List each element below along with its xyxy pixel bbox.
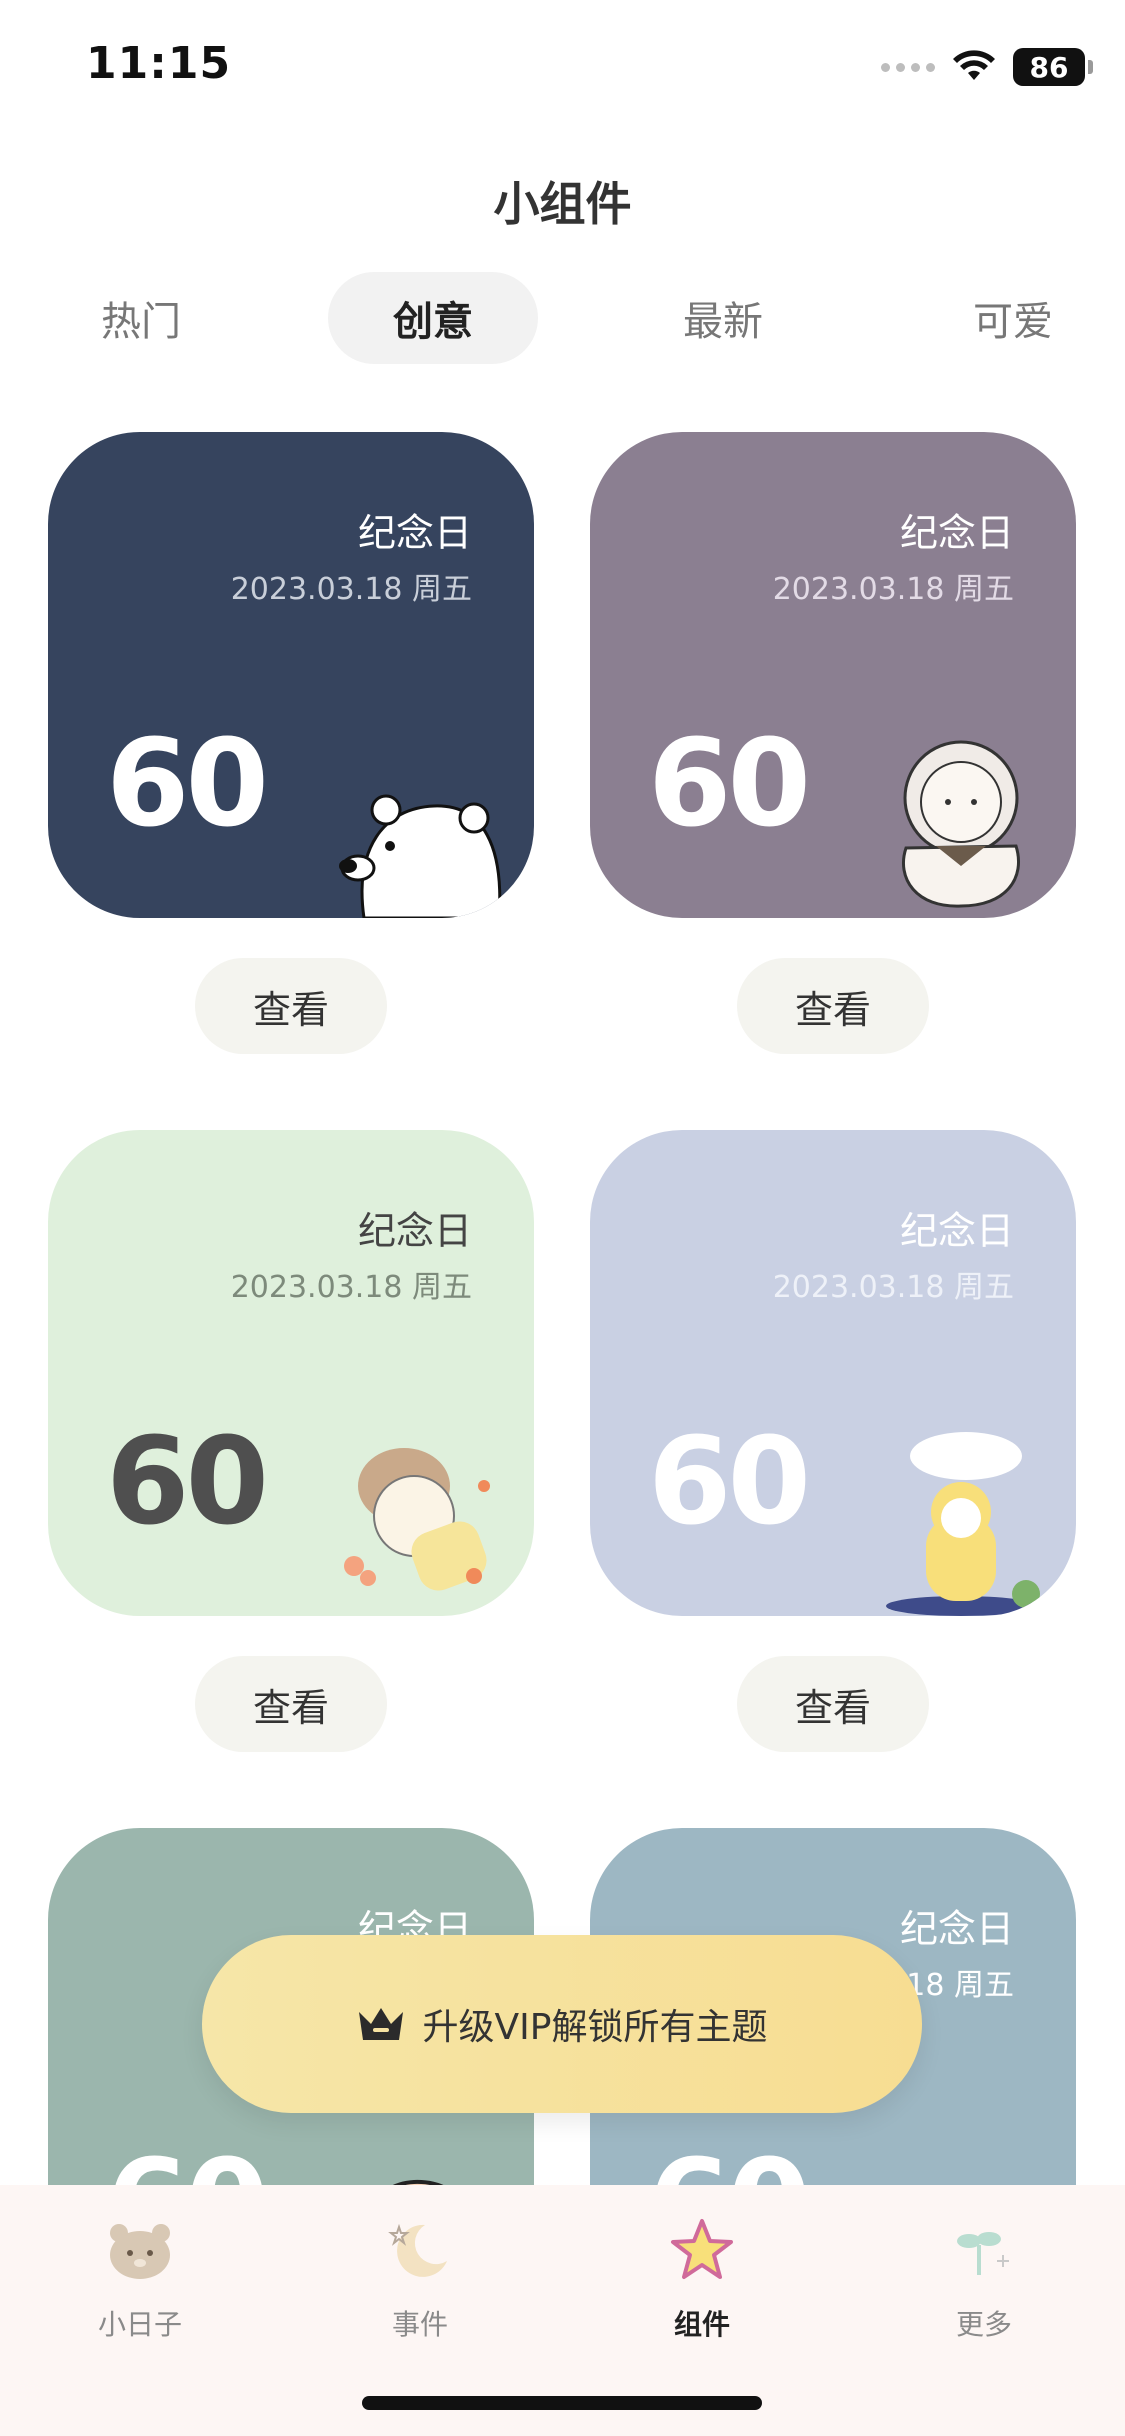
category-tabs: 热门 创意 最新 可爱: [0, 272, 1125, 364]
polar-bear-icon: [339, 794, 502, 918]
widget-card[interactable]: 纪念日 2023.03.18 周五 60: [590, 1130, 1076, 1616]
widget-title: 纪念日: [357, 511, 472, 555]
widget-title: 纪念日: [899, 511, 1014, 555]
crown-icon: [358, 2008, 403, 2040]
home-indicator: [362, 2396, 762, 2410]
widget-date: 2023.03.18 周五: [230, 1270, 472, 1305]
nav-label: 组件: [673, 2308, 730, 2341]
widget-card[interactable]: 纪念日 2023.03.18 周五 60: [48, 432, 534, 918]
vip-banner-text: 升级VIP解锁所有主题: [422, 2007, 768, 2048]
moon-star-icon: [388, 2223, 447, 2277]
widget-title: 纪念日: [357, 1209, 472, 1253]
wifi-icon: [953, 50, 995, 80]
status-bar: 11:15 86: [0, 0, 1125, 130]
widget-item: 纪念日 2023.03.18 周五 60 查看: [48, 432, 534, 1054]
widget-item: 纪念日 2023.03.18 周五 60 查看: [590, 1130, 1076, 1752]
status-indicators: 86: [881, 48, 1093, 86]
view-button[interactable]: 查看: [737, 1656, 929, 1752]
widget-date: 2023.03.18 周五: [772, 1270, 1014, 1305]
tab-latest[interactable]: 最新: [618, 272, 828, 364]
widget-date: 2023.03.18 周五: [772, 572, 1014, 607]
tab-cute[interactable]: 可爱: [908, 272, 1118, 364]
astronaut-bear-icon: [901, 740, 1021, 908]
widget-number: 60: [648, 1413, 811, 1552]
vip-upgrade-banner[interactable]: 升级VIP解锁所有主题: [202, 1935, 922, 2113]
tab-hot[interactable]: 热门: [36, 272, 246, 364]
page-title: 小组件: [493, 177, 632, 231]
battery-icon: 86: [1013, 48, 1093, 86]
tab-creative[interactable]: 创意: [328, 272, 538, 364]
sleeping-dog-icon: [344, 1448, 490, 1591]
widget-date: 2023.03.18 周五: [230, 572, 472, 607]
widget-number: 60: [106, 715, 269, 854]
nav-item-events[interactable]: 事件: [320, 2215, 520, 2343]
widget-title: 纪念日: [899, 1209, 1014, 1253]
view-button[interactable]: 查看: [737, 958, 929, 1054]
nav-item-more[interactable]: 更多: [884, 2215, 1084, 2343]
view-button[interactable]: 查看: [195, 958, 387, 1054]
widget-card[interactable]: 纪念日 2023.03.18 周五 60: [590, 432, 1076, 918]
rainy-bear-icon: [886, 1432, 1040, 1616]
widget-number: 60: [106, 1413, 269, 1552]
sprout-icon: [957, 2232, 1009, 2275]
star-icon: [671, 2219, 733, 2279]
nav-item-widgets[interactable]: 组件: [602, 2215, 802, 2343]
widget-item: 纪念日 2023.03.18 周五 60 查看: [48, 1130, 534, 1752]
widget-number: 60: [648, 715, 811, 854]
widget-title: 纪念日: [899, 1907, 1014, 1951]
bear-face-icon: [110, 2224, 170, 2279]
status-time: 11:15: [86, 38, 232, 89]
nav-label: 更多: [955, 2308, 1012, 2341]
cellular-signal-icon: [881, 62, 935, 72]
nav-label: 小日子: [97, 2308, 182, 2341]
view-button[interactable]: 查看: [195, 1656, 387, 1752]
nav-label: 事件: [391, 2308, 448, 2341]
nav-item-days[interactable]: 小日子: [40, 2215, 240, 2343]
widget-item: 纪念日 2023.03.18 周五 60 查看: [590, 432, 1076, 1054]
widget-card[interactable]: 纪念日 2023.03.18 周五 60: [48, 1130, 534, 1616]
